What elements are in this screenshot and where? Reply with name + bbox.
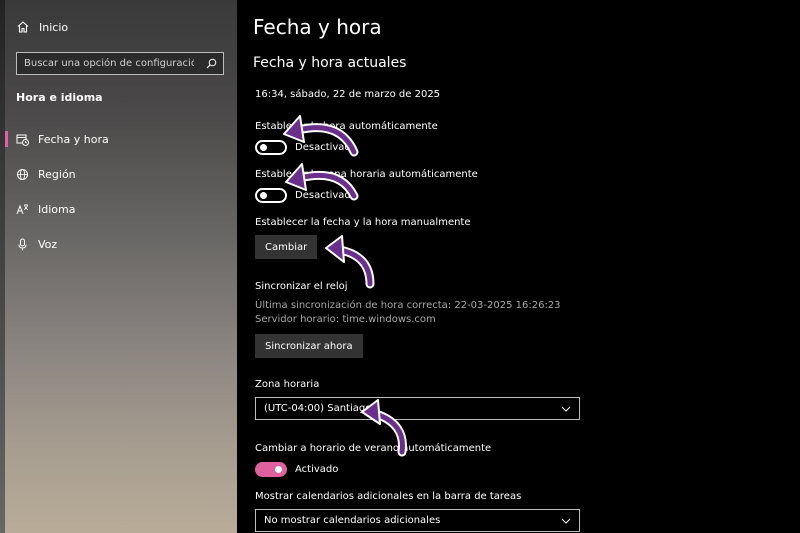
sidebar-item-label: Fecha y hora [38, 132, 109, 146]
page-title: Fecha y hora [253, 15, 382, 39]
section-title: Hora e idioma [16, 91, 103, 104]
home-icon [17, 21, 29, 33]
timezone-value: (UTC-04:00) Santiago [264, 403, 372, 414]
sidebar: Inicio Hora e idioma Fecha y hora Región [0, 0, 237, 533]
chevron-down-icon [561, 518, 571, 524]
auto-time-toggle[interactable] [255, 140, 287, 155]
auto-time-label: Establecer la hora automáticamente [255, 121, 438, 132]
sidebar-item-label: Voz [38, 237, 58, 251]
time-server-text: Servidor horario: time.windows.com [255, 314, 436, 325]
dst-label: Cambiar a horario de verano automáticame… [255, 443, 492, 454]
dst-state: Activado [295, 464, 339, 475]
main-panel: Fecha y hora Fecha y hora actuales 16:34… [237, 0, 800, 533]
timezone-label: Zona horaria [255, 379, 320, 390]
sidebar-item-label: Idioma [38, 202, 76, 216]
home-link[interactable]: Inicio [16, 20, 68, 34]
auto-time-row: Desactivado [255, 140, 357, 155]
home-label: Inicio [39, 20, 69, 34]
microphone-icon [18, 238, 27, 250]
dst-row: Activado [255, 462, 338, 477]
search-input[interactable] [24, 58, 194, 69]
calendars-label: Mostrar calendarios adicionales en la ba… [255, 491, 522, 502]
timezone-select[interactable]: (UTC-04:00) Santiago [255, 397, 580, 420]
search-icon[interactable] [206, 58, 217, 69]
current-datetime: 16:34, sábado, 22 de marzo de 2025 [255, 89, 441, 100]
last-sync-text: Última sincronización de hora correcta: … [255, 300, 561, 311]
auto-timezone-toggle[interactable] [255, 188, 287, 203]
auto-timezone-state: Desactivado [295, 190, 357, 201]
sidebar-item-idioma[interactable]: Idioma [0, 193, 237, 225]
search-box[interactable] [16, 52, 224, 75]
chevron-down-icon [561, 406, 571, 412]
globe-icon [17, 168, 28, 180]
sidebar-item-region[interactable]: Región [0, 158, 237, 190]
calendar-clock-icon [16, 134, 29, 146]
section-heading: Fecha y hora actuales [253, 55, 407, 71]
auto-timezone-row: Desactivado [255, 188, 357, 203]
calendars-value: No mostrar calendarios adicionales [264, 515, 441, 526]
sidebar-item-label: Región [38, 167, 76, 181]
calendars-select[interactable]: No mostrar calendarios adicionales [255, 509, 580, 532]
sidebar-item-fecha-y-hora[interactable]: Fecha y hora [0, 123, 237, 155]
dst-toggle[interactable] [255, 462, 287, 477]
change-button[interactable]: Cambiar [255, 235, 318, 259]
sidebar-edge [0, 0, 5, 533]
language-icon [16, 203, 29, 214]
auto-timezone-label: Establecer la zona horaria automáticamen… [255, 169, 478, 180]
sync-clock-label: Sincronizar el reloj [255, 281, 348, 292]
sync-now-button[interactable]: Sincronizar ahora [255, 334, 363, 358]
auto-time-state: Desactivado [295, 142, 357, 153]
manual-time-label: Establecer la fecha y la hora manualment… [255, 217, 471, 228]
sidebar-item-voz[interactable]: Voz [0, 228, 237, 260]
